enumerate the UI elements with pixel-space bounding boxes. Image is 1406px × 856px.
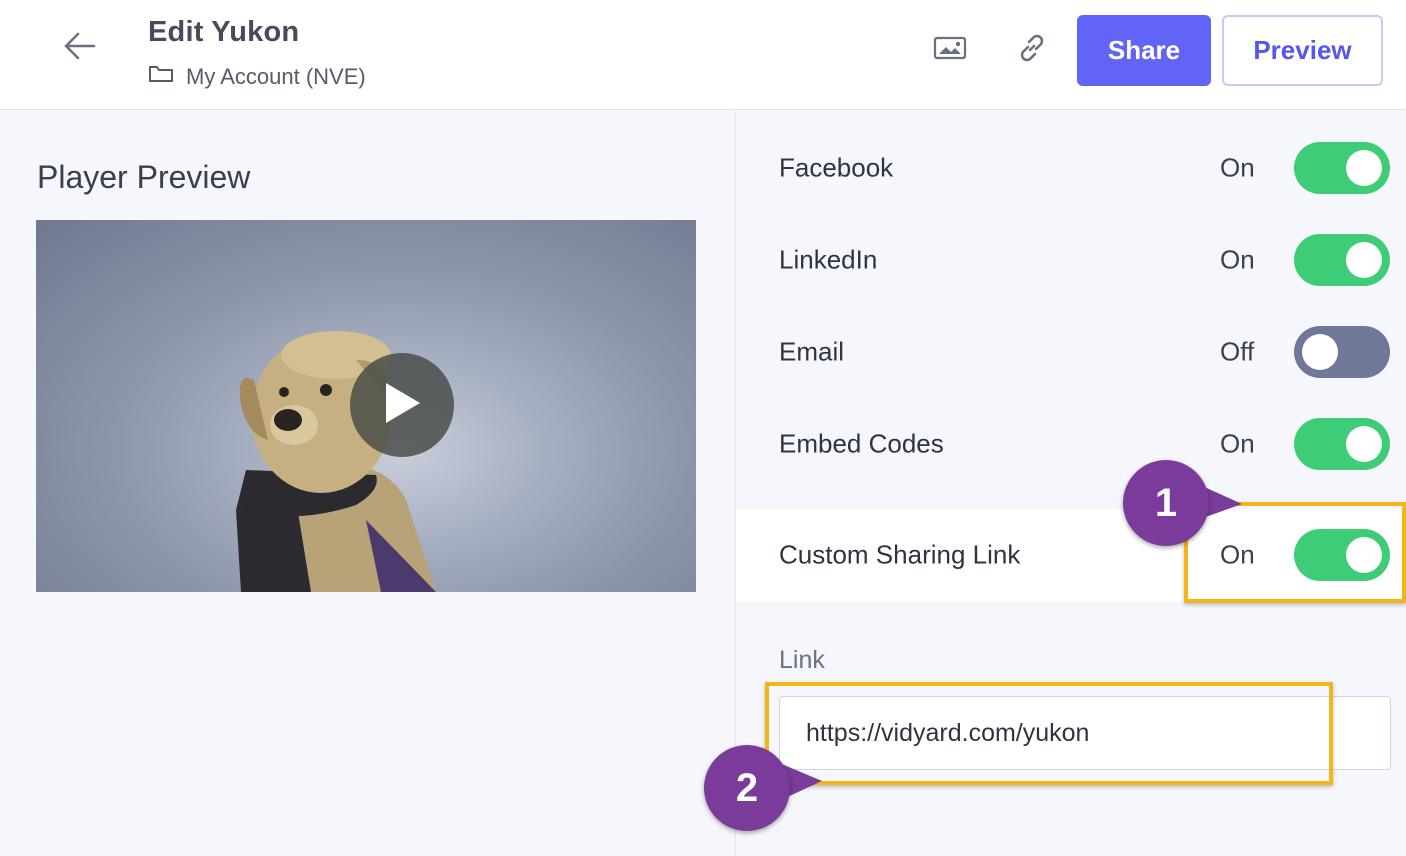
sharing-label: Facebook xyxy=(779,152,894,183)
email-toggle[interactable] xyxy=(1294,326,1390,378)
toggle-knob xyxy=(1346,426,1382,462)
share-button[interactable]: Share xyxy=(1077,15,1211,86)
copy-link-button[interactable] xyxy=(1010,28,1054,72)
toggle-knob xyxy=(1302,334,1338,370)
sharing-row-email: Email Off xyxy=(736,306,1406,398)
back-button[interactable] xyxy=(58,28,102,68)
page-title: Edit Yukon xyxy=(148,16,300,48)
embed-codes-toggle[interactable] xyxy=(1294,418,1390,470)
facebook-toggle[interactable] xyxy=(1294,142,1390,194)
sharing-status: On xyxy=(1220,152,1255,183)
callout-badge-1: 1 xyxy=(1123,460,1209,546)
custom-sharing-link-toggle[interactable] xyxy=(1294,529,1390,581)
sharing-status: On xyxy=(1220,428,1255,459)
breadcrumb[interactable]: My Account (NVE) xyxy=(148,64,366,90)
sharing-label: Custom Sharing Link xyxy=(779,539,1021,570)
link-icon xyxy=(1014,30,1050,71)
callout-badge-2: 2 xyxy=(704,745,790,831)
sharing-label: Embed Codes xyxy=(779,428,944,459)
sharing-label: Email xyxy=(779,336,845,367)
play-icon xyxy=(382,381,422,430)
sharing-row-facebook: Facebook On xyxy=(736,122,1406,214)
folder-icon xyxy=(148,64,174,90)
sharing-label: LinkedIn xyxy=(779,244,878,275)
toggle-knob xyxy=(1346,150,1382,186)
play-button[interactable] xyxy=(350,353,454,457)
sharing-status: On xyxy=(1220,244,1255,275)
sharing-row-embed-codes: Embed Codes On xyxy=(736,398,1406,490)
preview-button[interactable]: Preview xyxy=(1222,15,1383,86)
arrow-left-icon xyxy=(63,31,97,66)
breadcrumb-account: My Account (NVE) xyxy=(186,64,366,89)
linkedin-toggle[interactable] xyxy=(1294,234,1390,286)
link-field-label: Link xyxy=(779,646,825,674)
sharing-row-custom-link: Custom Sharing Link On xyxy=(736,509,1406,601)
sharing-row-linkedin: LinkedIn On xyxy=(736,214,1406,306)
player-preview-panel: Player Preview xyxy=(0,111,735,856)
top-header: Edit Yukon My Account (NVE) Share Previe… xyxy=(0,0,1406,110)
player-preview-title: Player Preview xyxy=(37,159,251,195)
image-icon xyxy=(933,35,967,66)
toggle-knob xyxy=(1346,242,1382,278)
sharing-status: Off xyxy=(1220,336,1255,367)
toggle-knob xyxy=(1346,537,1382,573)
video-player[interactable] xyxy=(36,220,696,592)
thumbnail-button[interactable] xyxy=(928,28,972,72)
custom-link-input[interactable] xyxy=(779,696,1391,770)
